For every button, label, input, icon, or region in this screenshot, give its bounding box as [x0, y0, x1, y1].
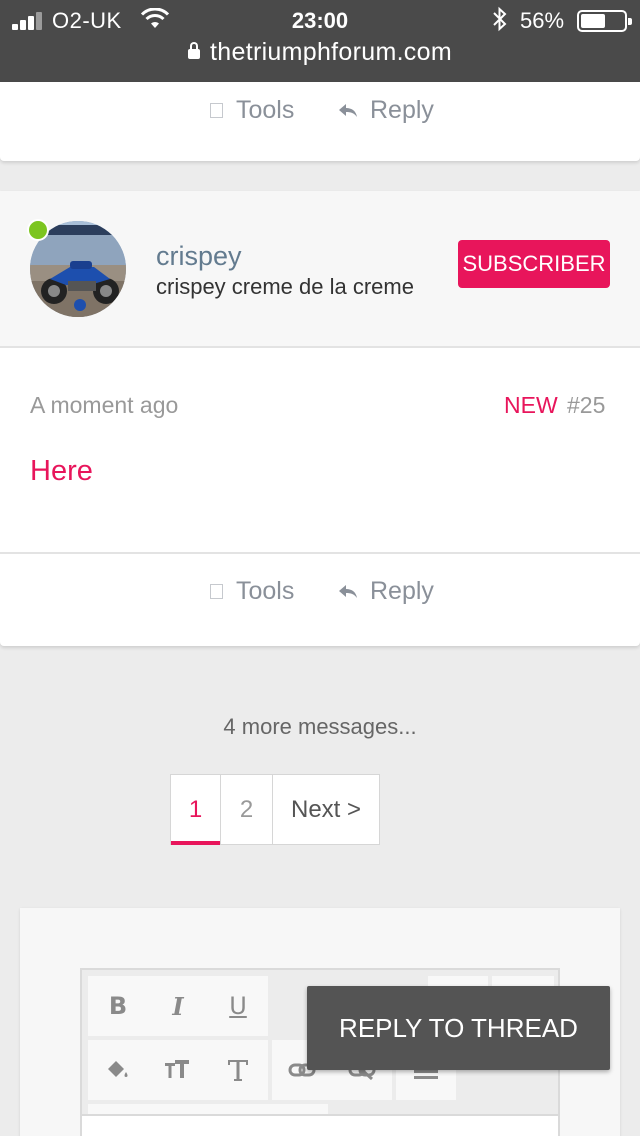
battery-percent: 56%	[520, 8, 565, 33]
new-label: NEW	[504, 392, 558, 418]
post-actions: Tools Reply	[0, 577, 640, 617]
paint-bucket-icon[interactable]	[88, 1040, 148, 1100]
lock-icon	[188, 42, 201, 59]
post-number[interactable]: #25	[567, 392, 605, 419]
post-card: crispey crispey creme de la creme SUBSCR…	[0, 191, 640, 646]
bluetooth-icon	[493, 6, 507, 32]
checkbox-icon	[210, 584, 223, 599]
user-title: crispey creme de la creme	[156, 274, 414, 299]
status-bar: O2-UK 23:00 56% thetriumphforum.com	[0, 0, 640, 82]
tools-button[interactable]: Tools	[210, 96, 294, 125]
reply-label: Reply	[370, 96, 434, 124]
text-style-icon[interactable]	[208, 1040, 268, 1100]
subscriber-badge: SUBSCRIBER	[458, 240, 610, 288]
online-indicator	[27, 219, 49, 241]
tools-label: Tools	[236, 96, 295, 124]
page-2-button[interactable]: 2	[220, 774, 273, 845]
more-messages-link[interactable]: 4 more messages...	[0, 714, 640, 740]
reply-button[interactable]: Reply	[338, 96, 434, 125]
battery-icon	[577, 10, 632, 32]
reply-to-thread-button[interactable]: REPLY TO THREAD	[307, 986, 610, 1070]
toolbar-row-3	[88, 1104, 328, 1114]
divider	[0, 552, 640, 554]
post-body: Here	[30, 455, 93, 487]
url-text: thetriumphforum.com	[210, 38, 452, 66]
tools-label: Tools	[236, 577, 295, 605]
editor-text-area[interactable]	[82, 1114, 558, 1136]
username[interactable]: crispey	[156, 241, 242, 272]
post-actions: Tools Reply	[0, 96, 640, 136]
underline-button[interactable]: U	[208, 976, 268, 1036]
page-1-button[interactable]: 1	[170, 774, 222, 845]
next-page-button[interactable]: Next >	[272, 774, 380, 845]
tools-button[interactable]: Tools	[210, 577, 294, 606]
reply-icon	[339, 103, 357, 117]
bold-button[interactable]: B	[88, 976, 148, 1036]
previous-post-footer: Tools Reply	[0, 82, 640, 161]
address-bar[interactable]: thetriumphforum.com	[0, 38, 640, 67]
italic-button[interactable]: I	[148, 976, 208, 1036]
reply-label: Reply	[370, 577, 434, 605]
post-timestamp[interactable]: A moment ago	[30, 392, 178, 419]
reply-button[interactable]: Reply	[338, 577, 434, 606]
reply-icon	[339, 584, 357, 598]
text-size-icon[interactable]	[148, 1040, 208, 1100]
checkbox-icon	[210, 103, 223, 118]
post-user-bar: crispey crispey creme de la creme SUBSCR…	[0, 191, 640, 348]
pagination: 1 2 Next >	[170, 774, 380, 845]
